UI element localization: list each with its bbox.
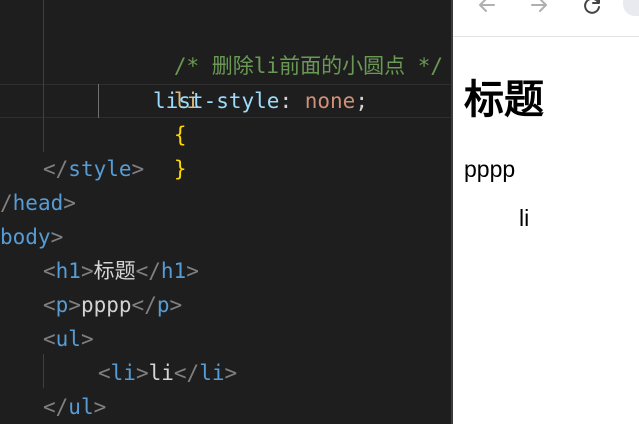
tag-bracket: </ <box>173 361 200 385</box>
browser-toolbar <box>453 0 639 37</box>
code-line-body-open[interactable]: body> <box>0 220 63 254</box>
tag-bracket: / <box>0 191 13 215</box>
tag-name-ul: ul <box>55 327 81 351</box>
reload-icon[interactable] <box>581 0 603 16</box>
tag-name-head: head <box>12 191 64 215</box>
tag-bracket: > <box>68 293 81 317</box>
h1-text: 标题 <box>93 259 136 283</box>
tag-bracket: > <box>135 361 149 385</box>
tag-bracket: > <box>63 191 76 215</box>
code-line-ul-open[interactable]: <ul> <box>43 322 94 356</box>
page-paragraph: pppp <box>464 156 516 182</box>
css-property: list-style <box>153 89 280 113</box>
tag-bracket: </ <box>135 259 161 283</box>
screen: /* 删除li前面的小圆点 */ li { list-style: none; … <box>0 0 639 424</box>
tag-bracket: > <box>50 225 64 249</box>
p-text: pppp <box>80 293 132 317</box>
tag-bracket: > <box>80 327 94 351</box>
css-colon: : <box>279 89 293 113</box>
browser-preview: 标题 pppp li <box>451 0 639 424</box>
indent-guide <box>43 0 44 152</box>
tag-bracket: </ <box>43 157 69 181</box>
code-line-selector[interactable]: li { <box>98 50 199 147</box>
tag-name-h1-close: h1 <box>160 259 187 283</box>
tag-bracket: > <box>93 395 107 419</box>
css-comment: /* 删除li前面的小圆点 */ <box>173 54 444 78</box>
code-line-style-close[interactable]: </style> <box>43 152 144 186</box>
tag-bracket: < <box>43 259 56 283</box>
list-item: li <box>519 205 530 231</box>
arrow-right-icon[interactable] <box>528 0 550 16</box>
tag-bracket: > <box>169 293 183 317</box>
code-line-comment[interactable]: /* 删除li前面的小圆点 */ <box>98 15 443 78</box>
tag-bracket: > <box>131 157 145 181</box>
tag-name-p: p <box>55 293 69 317</box>
tag-bracket: < <box>98 361 111 385</box>
page-heading: 标题 <box>464 78 544 122</box>
css-value: none <box>304 89 356 113</box>
css-brace-close: } <box>173 157 187 181</box>
tag-bracket: < <box>43 293 56 317</box>
tag-name-p-close: p <box>156 293 170 317</box>
code-line-p[interactable]: <p>pppp</p> <box>43 288 182 322</box>
indent-guide <box>43 354 44 388</box>
tag-bracket: > <box>80 259 94 283</box>
code-line-h1[interactable]: <h1>标题</h1> <box>43 254 199 288</box>
arrow-left-icon[interactable] <box>476 0 498 16</box>
tag-bracket: </ <box>43 395 69 419</box>
tag-name-body: body <box>0 225 51 249</box>
tag-name-style: style <box>68 157 132 181</box>
tag-name-h1: h1 <box>55 259 81 283</box>
tag-name-li-close: li <box>199 361 225 385</box>
tag-bracket: < <box>43 327 56 351</box>
li-text: li <box>148 361 174 385</box>
tag-name-ul-close: ul <box>68 395 94 419</box>
css-semicolon: ; <box>355 89 368 113</box>
tag-bracket: </ <box>131 293 157 317</box>
code-editor[interactable]: /* 删除li前面的小圆点 */ li { list-style: none; … <box>0 0 451 424</box>
code-line-head-close[interactable]: /head> <box>0 186 76 220</box>
tag-bracket: > <box>186 259 199 283</box>
code-line-declaration[interactable]: list-style: none; <box>153 84 368 118</box>
code-line-li[interactable]: <li>li</li> <box>98 356 237 390</box>
tag-name-li: li <box>110 361 136 385</box>
tag-bracket: > <box>224 361 238 385</box>
profile-button[interactable] <box>623 0 639 16</box>
code-line-brace-close[interactable]: } <box>98 118 187 181</box>
code-line-ul-close[interactable]: </ul> <box>43 390 106 424</box>
